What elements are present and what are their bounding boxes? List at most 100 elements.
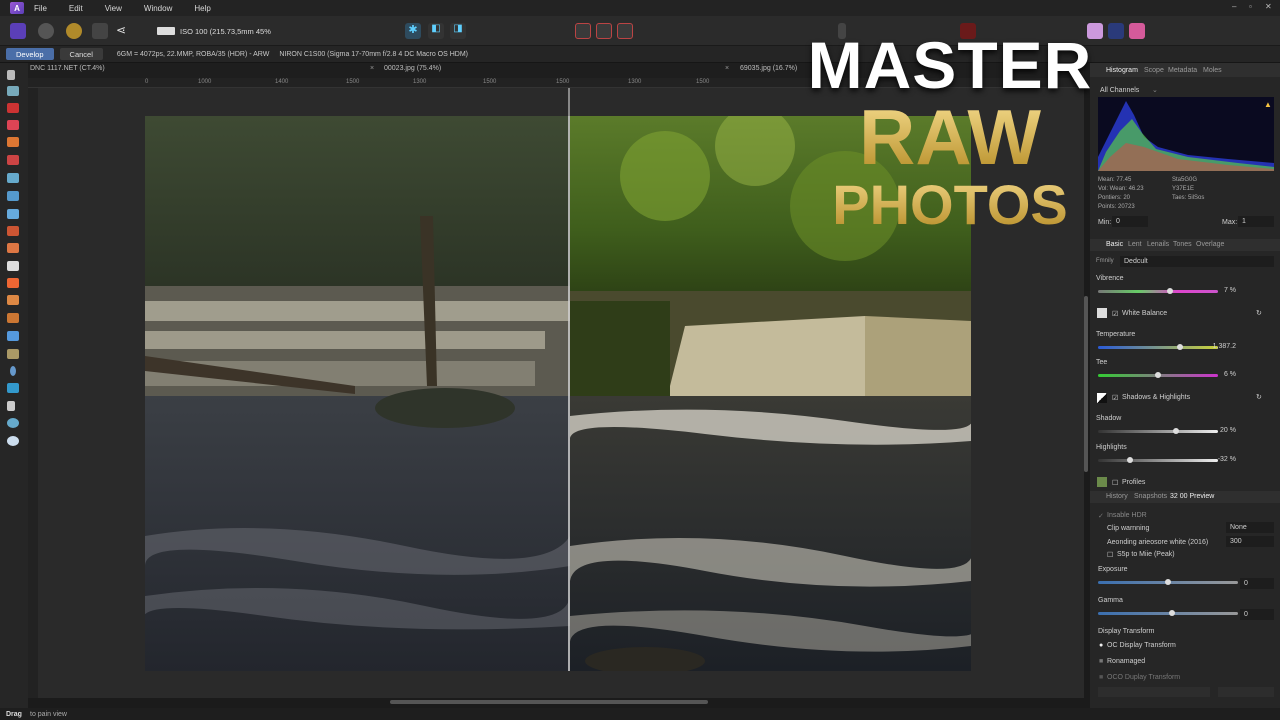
gradient-tool-icon[interactable] xyxy=(7,173,19,183)
text-tool-icon[interactable] xyxy=(7,401,15,411)
ocio-device-select[interactable] xyxy=(1098,687,1210,697)
tab-close-icon[interactable]: × xyxy=(370,65,374,72)
unmanaged-radio[interactable]: ■ xyxy=(1099,658,1103,665)
sponge-tool-icon[interactable] xyxy=(7,313,19,323)
blur-tool-icon[interactable] xyxy=(7,331,19,341)
red-eye-tool-icon[interactable] xyxy=(7,103,19,113)
photo-persona-icon[interactable] xyxy=(38,23,54,39)
tab-overlays[interactable]: Overlage xyxy=(1196,241,1224,248)
point-tool-icon[interactable] xyxy=(10,366,16,376)
gamma-slider[interactable] xyxy=(1098,610,1238,616)
exposure-value[interactable]: 0 xyxy=(1240,578,1274,589)
tab-close-icon[interactable]: × xyxy=(725,65,729,72)
share-icon[interactable]: ⋖ xyxy=(116,23,132,39)
color-icon[interactable] xyxy=(1129,23,1145,39)
tab-scope[interactable]: Scope xyxy=(1144,67,1164,74)
overlay-paint-tool-icon[interactable] xyxy=(7,137,19,147)
clone-tool-icon[interactable] xyxy=(7,191,19,201)
vibrance-value[interactable]: 7 % xyxy=(1210,287,1236,294)
ocio-view-select[interactable] xyxy=(1218,687,1274,697)
chevron-down-icon[interactable]: ⌄ xyxy=(1152,86,1158,94)
menu-view[interactable]: View xyxy=(105,4,122,13)
slider-knob[interactable] xyxy=(1127,457,1134,463)
slider-knob[interactable] xyxy=(1165,579,1171,585)
cancel-button[interactable]: Cancel xyxy=(59,48,103,60)
tab-history[interactable]: History xyxy=(1106,493,1128,500)
tab-details[interactable]: Lenails xyxy=(1147,241,1169,248)
split-view-icon[interactable]: ◧ xyxy=(428,23,444,39)
clip-highlights-icon[interactable] xyxy=(617,23,633,39)
max-field[interactable]: 1 xyxy=(1238,216,1274,227)
slider-knob[interactable] xyxy=(1155,372,1161,378)
minimize-icon[interactable]: – xyxy=(1232,2,1236,11)
tab-document-2[interactable]: 00023.jpg (75.4%) xyxy=(384,65,441,72)
dodge-tool-icon[interactable] xyxy=(7,226,19,236)
eraser-tool-icon[interactable] xyxy=(7,261,19,271)
wb-checkbox[interactable]: ☑ xyxy=(1112,310,1118,318)
split-divider[interactable] xyxy=(568,88,570,116)
highlights-slider[interactable] xyxy=(1098,457,1218,463)
clip-warning-select[interactable]: None xyxy=(1226,522,1274,533)
liquify-persona-icon[interactable] xyxy=(66,23,82,39)
shape-tool-icon[interactable] xyxy=(7,383,19,393)
reset-icon[interactable]: ↻ xyxy=(1256,393,1262,401)
ocio-display-radio[interactable]: ■ xyxy=(1099,674,1103,681)
tab-moles[interactable]: Moles xyxy=(1203,67,1222,74)
panel-scrollbar[interactable] xyxy=(1084,296,1088,472)
develop-button[interactable]: Develop xyxy=(6,48,54,60)
tab-lens[interactable]: Lent xyxy=(1128,241,1142,248)
tab-basic[interactable]: Basic xyxy=(1106,241,1123,248)
temperature-value[interactable]: 1,387.2 xyxy=(1210,343,1236,350)
tab-snapshots[interactable]: Snapshots xyxy=(1134,493,1167,500)
sh-checkbox[interactable]: ☑ xyxy=(1112,394,1118,402)
reference-white-field[interactable]: 300 xyxy=(1226,536,1274,547)
exposure-slider[interactable] xyxy=(1098,579,1238,585)
gamma-value[interactable]: 0 xyxy=(1240,609,1274,620)
ocio-radio[interactable]: ● xyxy=(1099,642,1103,649)
slider-knob[interactable] xyxy=(1169,610,1176,616)
tint-slider[interactable] xyxy=(1098,372,1218,378)
burn-tool-icon[interactable] xyxy=(7,243,19,253)
mirror-view-icon[interactable]: ◨ xyxy=(450,23,466,39)
clip-midtones-icon[interactable] xyxy=(596,23,612,39)
menu-file[interactable]: File xyxy=(34,4,47,13)
brush-tool-icon[interactable] xyxy=(7,209,19,219)
menu-window[interactable]: Window xyxy=(144,4,172,13)
auto-icon[interactable]: ✱ xyxy=(405,23,421,39)
smudge-tool-icon[interactable] xyxy=(7,295,19,305)
white-balance-tool-icon[interactable] xyxy=(7,86,19,96)
snap-checkbox[interactable]: ☐ xyxy=(1107,551,1113,559)
view-tool-icon[interactable] xyxy=(7,70,15,80)
tint-value[interactable]: 6 % xyxy=(1210,371,1236,378)
maximize-icon[interactable]: ▫ xyxy=(1249,2,1252,11)
overlay-erase-tool-icon[interactable] xyxy=(7,155,19,165)
snapping-icon[interactable] xyxy=(1108,23,1124,39)
profiles-checkbox[interactable]: ☐ xyxy=(1112,479,1118,487)
highlights-value[interactable]: -32 % xyxy=(1210,456,1236,463)
shadows-value[interactable]: 20 % xyxy=(1210,427,1236,434)
temperature-slider[interactable] xyxy=(1098,344,1218,350)
tab-32bit-preview[interactable]: 32 00 Preview xyxy=(1170,493,1214,500)
channel-select[interactable]: All Channels xyxy=(1100,87,1139,94)
slider-knob[interactable] xyxy=(1167,288,1173,294)
family-select[interactable]: Dedcult xyxy=(1120,256,1274,267)
enable-hdr-checkbox[interactable]: ✓ xyxy=(1098,512,1104,520)
min-field[interactable]: 0 xyxy=(1112,216,1148,227)
horizontal-scrollbar[interactable] xyxy=(390,700,708,704)
slider-knob[interactable] xyxy=(1173,428,1179,434)
vibrance-slider[interactable] xyxy=(1098,288,1218,294)
reset-icon[interactable]: ↻ xyxy=(1256,309,1262,317)
fill-tool-icon[interactable] xyxy=(7,278,19,288)
color-picker-icon[interactable] xyxy=(7,436,19,446)
menu-edit[interactable]: Edit xyxy=(69,4,83,13)
tab-tones[interactable]: Tones xyxy=(1173,241,1192,248)
tab-document-1[interactable]: DNC 1117.NET (CT.4%) xyxy=(30,65,105,72)
close-icon[interactable]: ✕ xyxy=(1265,2,1272,11)
clip-shadows-icon[interactable] xyxy=(575,23,591,39)
tab-document-3[interactable]: 69035.jpg (16.7%) xyxy=(740,65,797,72)
develop-persona-icon[interactable] xyxy=(10,23,26,39)
slider-knob[interactable] xyxy=(1176,344,1183,350)
menu-help[interactable]: Help xyxy=(194,4,210,13)
tab-histogram[interactable]: Histogram xyxy=(1106,67,1138,74)
shadows-slider[interactable] xyxy=(1098,428,1218,434)
